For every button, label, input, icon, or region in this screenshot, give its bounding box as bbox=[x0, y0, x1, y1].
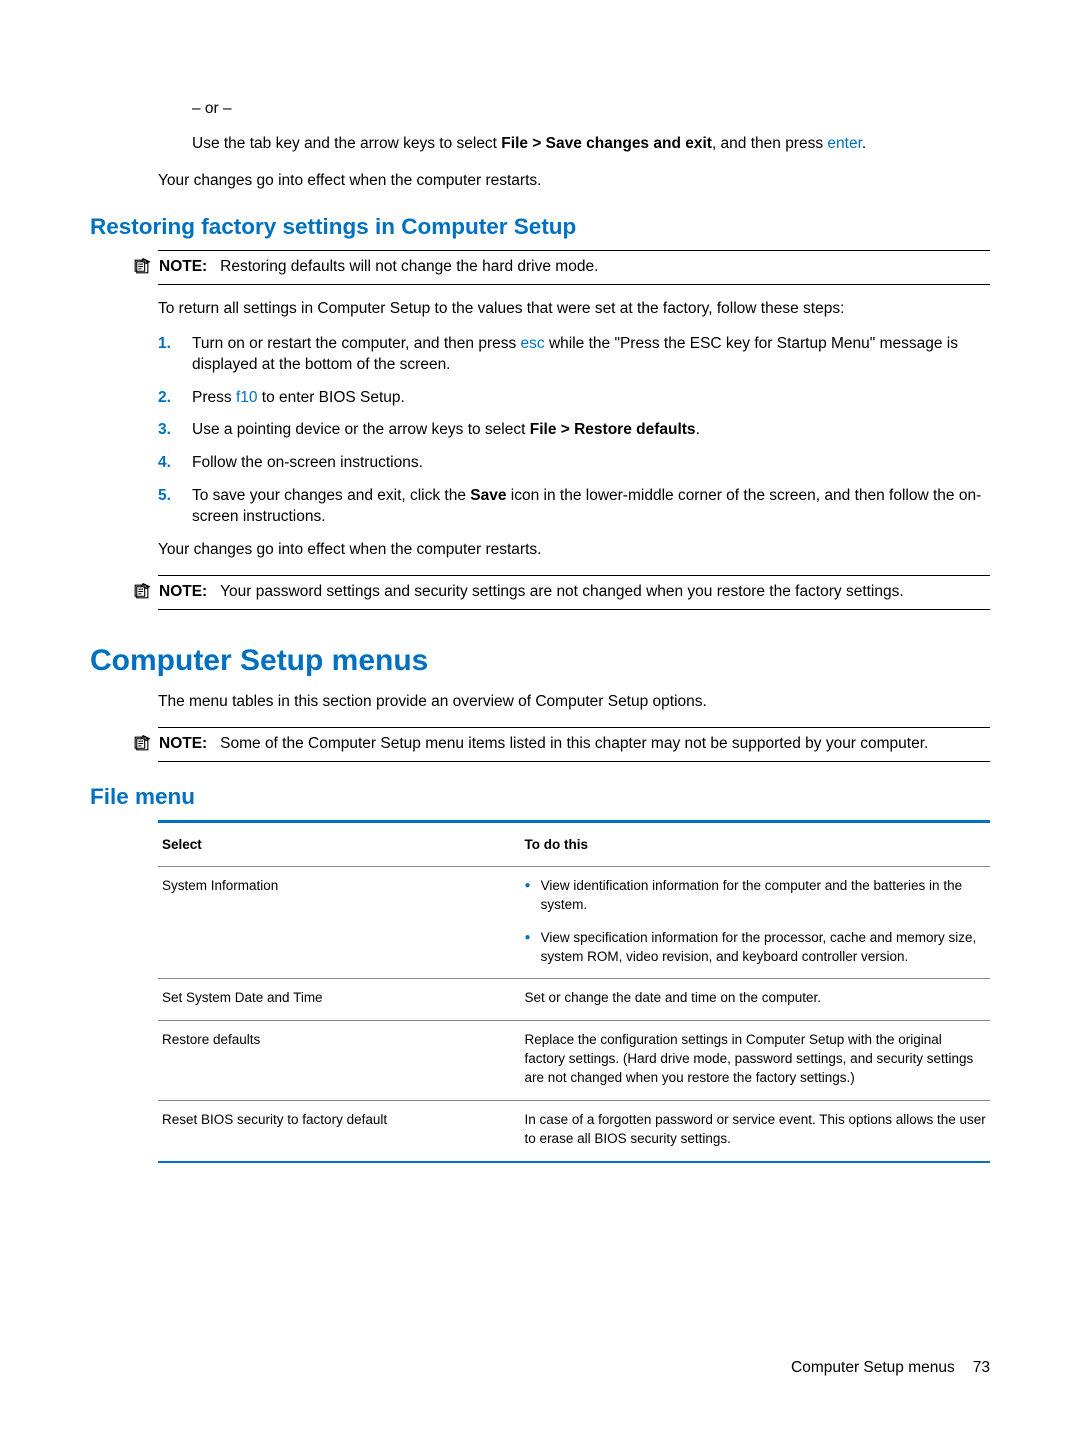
heading-computer-setup-menus: Computer Setup menus bbox=[90, 644, 990, 678]
list-item: ● View specification information for the … bbox=[525, 929, 986, 967]
note-label: NOTE: bbox=[159, 735, 207, 752]
table-header-row: Select To do this bbox=[158, 823, 990, 867]
text-fragment: Use a pointing device or the arrow keys … bbox=[192, 421, 530, 438]
bullet-text: View specification information for the p… bbox=[541, 929, 986, 967]
note-label: NOTE: bbox=[159, 258, 207, 275]
text-fragment: Use the tab key and the arrow keys to se… bbox=[192, 135, 501, 152]
text-fragment: Press bbox=[192, 389, 236, 406]
table-row: Restore defaults Replace the configurati… bbox=[158, 1021, 990, 1101]
step-item: 3. Use a pointing device or the arrow ke… bbox=[158, 420, 990, 441]
heading-restoring: Restoring factory settings in Computer S… bbox=[90, 214, 990, 240]
bullet-list: ● View identification information for the… bbox=[525, 877, 986, 967]
icon-name: Save bbox=[470, 487, 506, 504]
step-item: 5. To save your changes and exit, click … bbox=[158, 486, 990, 528]
page-footer: Computer Setup menus 73 bbox=[791, 1359, 990, 1377]
step-text: Use a pointing device or the arrow keys … bbox=[192, 420, 990, 441]
step-item: 4. Follow the on-screen instructions. bbox=[158, 453, 990, 474]
note-text: NOTE: Your password settings and securit… bbox=[159, 582, 990, 603]
steps-list: 1. Turn on or restart the computer, and … bbox=[158, 334, 990, 528]
step-number: 5. bbox=[158, 486, 178, 507]
text-fragment: . bbox=[696, 421, 700, 438]
restart-note: Your changes go into effect when the com… bbox=[158, 540, 990, 561]
page-content: – or – Use the tab key and the arrow key… bbox=[158, 100, 990, 1163]
restoring-intro: To return all settings in Computer Setup… bbox=[158, 299, 990, 320]
note-block: NOTE: Restoring defaults will not change… bbox=[158, 250, 990, 285]
note-block: NOTE: Some of the Computer Setup menu it… bbox=[158, 727, 990, 762]
bullet-icon: ● bbox=[525, 929, 531, 947]
note-body: Your password settings and security sett… bbox=[220, 583, 904, 600]
menu-path: File > Restore defaults bbox=[530, 421, 696, 438]
menus-intro: The menu tables in this section provide … bbox=[158, 692, 990, 713]
step-number: 2. bbox=[158, 388, 178, 409]
key-name: f10 bbox=[236, 389, 258, 406]
table-cell-select: System Information bbox=[162, 877, 525, 967]
note-icon bbox=[132, 582, 151, 601]
key-name: enter bbox=[827, 135, 861, 152]
step-text: Press f10 to enter BIOS Setup. bbox=[192, 388, 990, 409]
tabkey-instruction: Use the tab key and the arrow keys to se… bbox=[192, 134, 990, 155]
step-item: 2. Press f10 to enter BIOS Setup. bbox=[158, 388, 990, 409]
or-separator: – or – bbox=[192, 100, 990, 118]
step-number: 1. bbox=[158, 334, 178, 355]
restart-note: Your changes go into effect when the com… bbox=[158, 171, 990, 192]
text-fragment: to enter BIOS Setup. bbox=[258, 389, 405, 406]
note-icon bbox=[132, 257, 151, 276]
note-block: NOTE: Your password settings and securit… bbox=[158, 575, 990, 610]
table-cell-select: Reset BIOS security to factory default bbox=[162, 1111, 525, 1149]
table-cell-todo: Set or change the date and time on the c… bbox=[525, 989, 986, 1008]
note-label: NOTE: bbox=[159, 583, 207, 600]
menu-path: File > Save changes and exit bbox=[501, 135, 712, 152]
table-cell-todo: Replace the configuration settings in Co… bbox=[525, 1031, 986, 1088]
bullet-icon: ● bbox=[525, 877, 531, 895]
table-row: Reset BIOS security to factory default I… bbox=[158, 1101, 990, 1163]
table-header-select: Select bbox=[162, 837, 525, 852]
step-text: Follow the on-screen instructions. bbox=[192, 453, 990, 474]
note-icon bbox=[132, 734, 151, 753]
note-body: Restoring defaults will not change the h… bbox=[220, 258, 598, 275]
step-number: 4. bbox=[158, 453, 178, 474]
footer-page-number: 73 bbox=[973, 1359, 990, 1376]
table-cell-select: Restore defaults bbox=[162, 1031, 525, 1088]
text-fragment: Turn on or restart the computer, and the… bbox=[192, 335, 521, 352]
footer-section: Computer Setup menus bbox=[791, 1359, 955, 1376]
text-fragment: , and then press bbox=[712, 135, 827, 152]
note-text: NOTE: Some of the Computer Setup menu it… bbox=[159, 734, 990, 755]
document-page: – or – Use the tab key and the arrow key… bbox=[0, 0, 1080, 1437]
note-text: NOTE: Restoring defaults will not change… bbox=[159, 257, 990, 278]
list-item: ● View identification information for the… bbox=[525, 877, 986, 915]
step-text: Turn on or restart the computer, and the… bbox=[192, 334, 990, 376]
step-number: 3. bbox=[158, 420, 178, 441]
table-cell-todo: In case of a forgotten password or servi… bbox=[525, 1111, 986, 1149]
table-cell-todo: ● View identification information for the… bbox=[525, 877, 986, 967]
step-text: To save your changes and exit, click the… bbox=[192, 486, 990, 528]
text-fragment: . bbox=[862, 135, 866, 152]
heading-file-menu: File menu bbox=[90, 784, 990, 810]
key-name: esc bbox=[521, 335, 545, 352]
table-row: Set System Date and Time Set or change t… bbox=[158, 979, 990, 1021]
file-menu-table: Select To do this System Information ● Vi… bbox=[158, 820, 990, 1163]
table-row: System Information ● View identification … bbox=[158, 867, 990, 980]
text-fragment: To save your changes and exit, click the bbox=[192, 487, 470, 504]
note-body: Some of the Computer Setup menu items li… bbox=[220, 735, 928, 752]
table-header-todo: To do this bbox=[525, 837, 986, 852]
table-cell-select: Set System Date and Time bbox=[162, 989, 525, 1008]
step-item: 1. Turn on or restart the computer, and … bbox=[158, 334, 990, 376]
bullet-text: View identification information for the … bbox=[541, 877, 986, 915]
